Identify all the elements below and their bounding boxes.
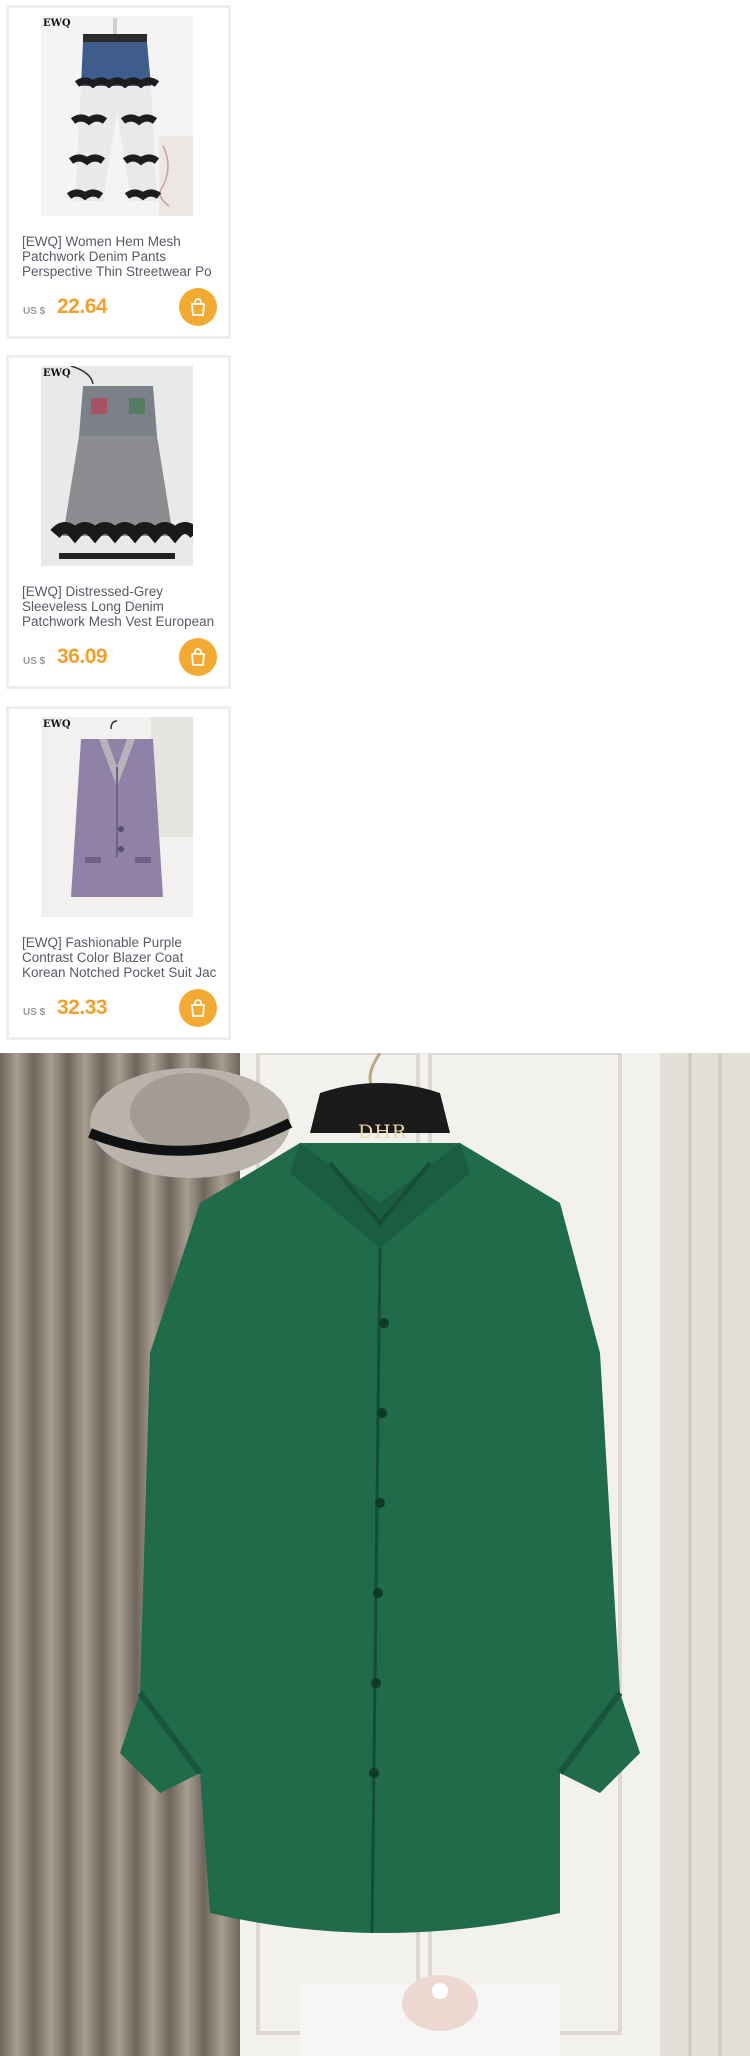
price-currency-3: US $ <box>23 1007 46 1018</box>
product-image-1[interactable]: EWQ <box>41 16 193 216</box>
add-to-cart-button-2[interactable] <box>179 638 217 676</box>
price-currency-2: US $ <box>23 656 46 667</box>
product-title-3[interactable]: [EWQ] Fashionable Purple Contrast Color … <box>22 935 227 980</box>
product-price-1: 22.64 <box>57 295 108 318</box>
product-image-3[interactable]: EWQ <box>41 717 193 917</box>
shopping-bag-icon <box>191 648 205 666</box>
brand-logo: EWQ <box>43 368 71 379</box>
shopping-bag-icon <box>191 298 205 316</box>
price-currency-1: US $ <box>23 306 46 317</box>
product-price-2: 36.09 <box>57 645 108 668</box>
product-card-1[interactable]: EWQ [EWQ] Women Hem Mesh Patchwork Denim… <box>6 5 231 339</box>
product-title-2[interactable]: [EWQ] Distressed-Grey Sleeveless Long De… <box>22 584 227 629</box>
product-card-3[interactable]: EWQ [EWQ] Fashionable Purple Contrast Co… <box>6 706 231 1040</box>
brand-logo: EWQ <box>43 18 71 29</box>
hanger-brand-logo: DHR <box>358 1121 408 1143</box>
product-price-3: 32.33 <box>57 996 108 1019</box>
add-to-cart-button-3[interactable] <box>179 989 217 1027</box>
product-card-2[interactable]: EWQ [EWQ] Distressed-Grey Sleeveless Lon… <box>6 355 231 689</box>
add-to-cart-button-1[interactable] <box>179 288 217 326</box>
brand-logo: EWQ <box>43 719 71 730</box>
product-image-2[interactable]: EWQ <box>41 366 193 566</box>
shopping-bag-icon <box>191 999 205 1017</box>
product-title-1[interactable]: [EWQ] Women Hem Mesh Patchwork Denim Pan… <box>22 234 227 279</box>
hero-product-photo: DHR <box>0 1053 750 2056</box>
